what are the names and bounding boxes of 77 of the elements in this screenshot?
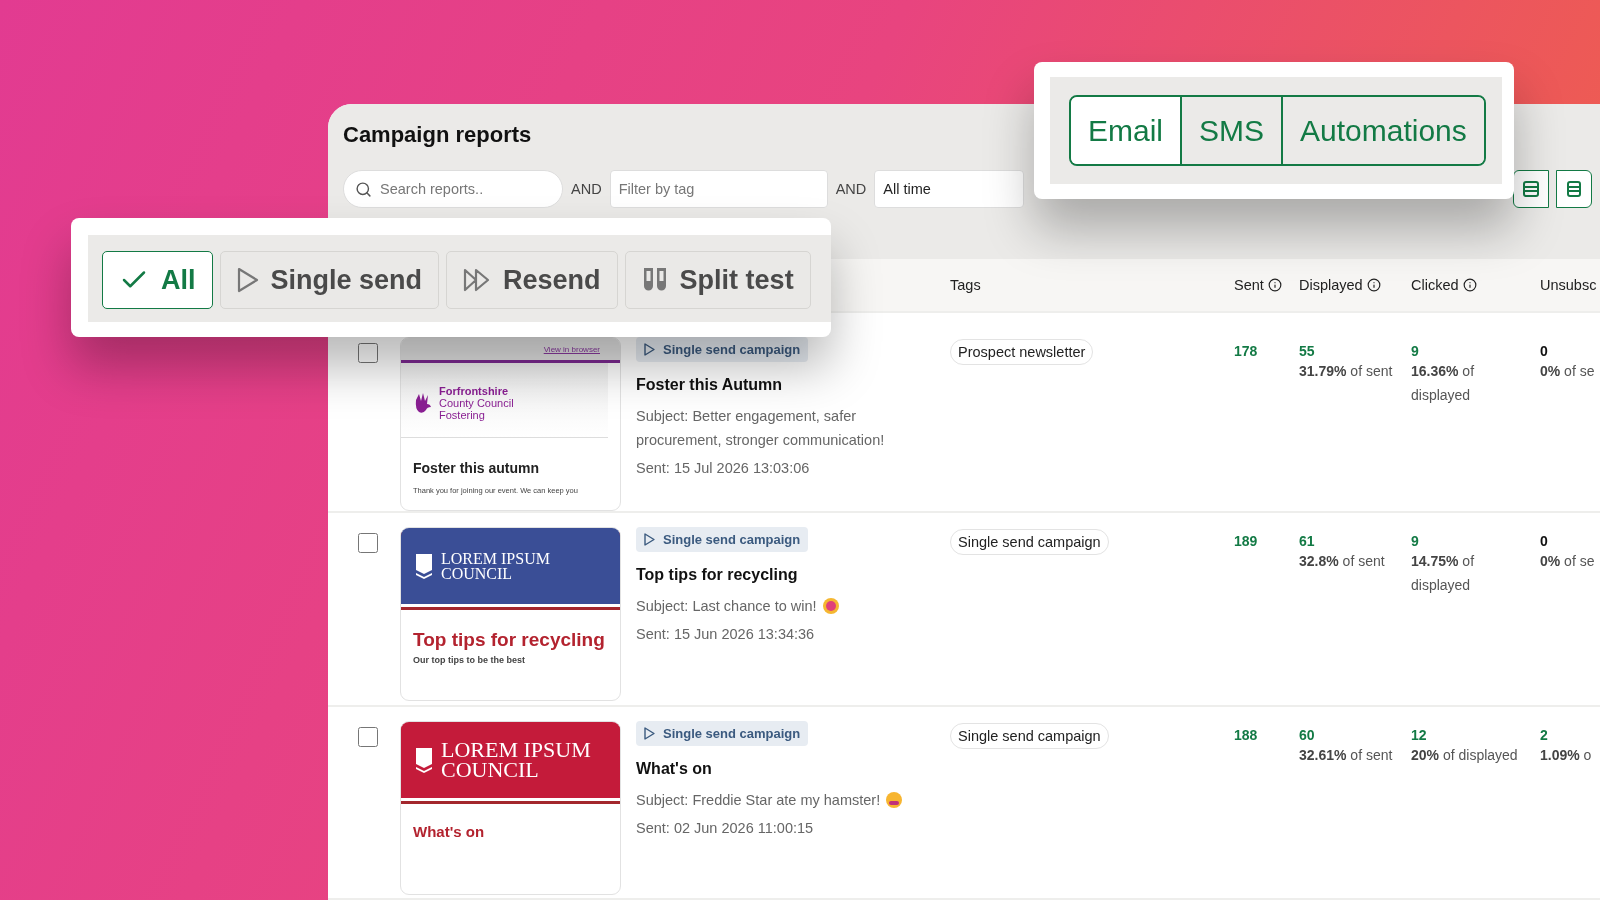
- subject-line: Subject: Freddie Star ate my hamster!: [636, 790, 881, 810]
- column-header: Clicked: [1411, 277, 1540, 294]
- stat-rate: 14.75% of displayed: [1411, 552, 1476, 596]
- campaign-type-badge: Single send campaign: [636, 720, 809, 746]
- stat-rate: 32.8% of sent: [1299, 552, 1386, 572]
- hand-logo-icon: [413, 392, 433, 415]
- campaign-name[interactable]: What's on: [636, 759, 712, 778]
- subject-line: Subject: Last chance to win!: [636, 597, 817, 617]
- list-view-button[interactable]: [1556, 170, 1592, 208]
- subject-line: Subject: Better engagement, safer procurement, stronger communication!: [636, 407, 886, 451]
- column-header: Sent: [1234, 277, 1299, 294]
- list-view-icon: [1565, 180, 1583, 198]
- date-range-field[interactable]: All time: [874, 170, 1025, 208]
- stat-count: 12: [1411, 726, 1428, 743]
- sent-date: Sent: 15 Jul 2026 13:03:06: [636, 459, 810, 479]
- preview-heading: Top tips for recycling: [412, 628, 606, 653]
- sent-date: Sent: 15 Jun 2026 13:34:36: [636, 625, 815, 645]
- stat-count: 55: [1299, 343, 1316, 360]
- search-icon: [355, 181, 372, 198]
- and-label: AND: [571, 181, 602, 197]
- page-title: Campaign reports: [343, 122, 532, 148]
- stat-rate: 0% of se: [1540, 362, 1596, 382]
- fast-forward-icon: [463, 268, 492, 292]
- stat-count: 9: [1411, 533, 1420, 550]
- stat-count: 188: [1234, 726, 1259, 743]
- play-icon: [236, 267, 259, 293]
- row-checkbox[interactable]: [358, 726, 378, 747]
- and-label: AND: [835, 181, 867, 197]
- stat-count: 178: [1234, 343, 1259, 360]
- campaign-name[interactable]: Foster this Autumn: [636, 376, 783, 395]
- campaign-name[interactable]: Top tips for recycling: [636, 566, 798, 585]
- logo-text: Forfrontshire County Council Fostering: [439, 385, 514, 422]
- grid-view-icon: [1522, 180, 1540, 198]
- stat-count: 9: [1411, 343, 1420, 360]
- play-icon: [644, 533, 655, 547]
- council-logo-text: LOREM IPSUM COUNCIL: [441, 739, 591, 780]
- shield-logo-icon: [415, 746, 433, 773]
- row-checkbox[interactable]: [358, 533, 378, 554]
- preview-heading: Foster this autumn: [412, 459, 540, 479]
- type-filter-button[interactable]: All: [102, 251, 213, 309]
- stat-count: 60: [1299, 726, 1316, 743]
- council-logo-text: LOREM IPSUM COUNCIL: [441, 551, 550, 582]
- column-header: Displayed: [1299, 277, 1411, 294]
- email-preview[interactable]: LOREM IPSUM COUNCIL What's on: [400, 720, 621, 895]
- type-filter-button[interactable]: Resend: [446, 251, 618, 309]
- column-header: Tags: [950, 277, 982, 294]
- sent-date: Sent: 02 Jun 2026 11:00:15: [636, 818, 814, 838]
- stat-count: 0: [1540, 343, 1549, 360]
- stat-count: 61: [1299, 533, 1316, 550]
- campaign-type-badge: Single send campaign: [636, 337, 809, 363]
- stat-rate: 16.36% of displayed: [1411, 362, 1476, 406]
- column-header: Unsubsc: [1540, 277, 1598, 294]
- stat-rate: 20% of displayed: [1411, 745, 1519, 765]
- search-field[interactable]: Search reports..: [343, 170, 563, 208]
- stat-count: 2: [1540, 726, 1549, 743]
- preview-body: Our top tips to be the best: [412, 655, 526, 666]
- tag-filter-field[interactable]: Filter by tag: [609, 170, 828, 208]
- preview-heading: What's on: [412, 821, 486, 842]
- test-tubes-icon: [641, 266, 668, 294]
- channel-tab[interactable]: Email: [1071, 97, 1180, 164]
- play-icon: [644, 726, 655, 740]
- type-filter-button[interactable]: Single send: [219, 251, 440, 309]
- campaign-type-badge: Single send campaign: [636, 527, 809, 553]
- stat-rate: 32.61% of sent: [1299, 745, 1394, 765]
- view-in-browser-link[interactable]: View in browser: [543, 344, 600, 354]
- shield-logo-icon: [415, 553, 433, 580]
- row-checkbox[interactable]: [358, 343, 378, 364]
- stat-count: 0: [1540, 533, 1549, 550]
- stat-count: 189: [1234, 533, 1259, 550]
- stat-rate: 1.09% o: [1540, 745, 1593, 765]
- type-filter-button[interactable]: Split test: [624, 251, 811, 309]
- play-icon: [644, 343, 655, 357]
- stat-rate: 0% of se: [1540, 552, 1596, 572]
- stat-rate: 31.79% of sent: [1299, 362, 1394, 382]
- email-preview[interactable]: LOREM IPSUM COUNCIL Top tips for recycling Our top tips to be the best: [400, 527, 621, 702]
- channel-tab[interactable]: Automations: [1281, 97, 1484, 164]
- grid-view-button[interactable]: [1513, 170, 1549, 208]
